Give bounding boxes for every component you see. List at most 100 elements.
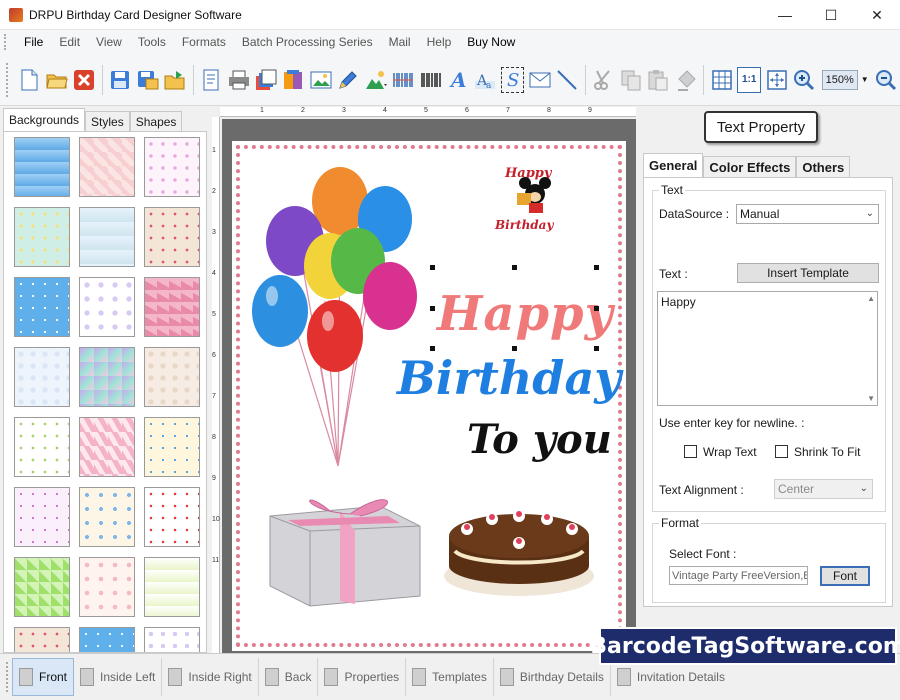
wrap-text-checkbox[interactable] [684, 445, 697, 458]
birthday-card[interactable]: Happy Birthday Happy Birthday To you [232, 141, 626, 651]
tab-backgrounds[interactable]: Backgrounds [3, 108, 86, 131]
maximize-button[interactable]: ☐ [808, 0, 854, 30]
line-icon[interactable] [556, 67, 579, 93]
open-folder-icon[interactable] [45, 67, 68, 93]
tab-general[interactable]: General [643, 153, 704, 177]
print-icon[interactable] [227, 67, 250, 93]
tab-front[interactable]: Front [12, 658, 75, 696]
background-thumbnail[interactable] [144, 487, 200, 547]
scroll-down-icon[interactable]: ▼ [867, 394, 875, 403]
menu-buy-now[interactable]: Buy Now [459, 35, 523, 49]
background-thumbnail[interactable] [14, 137, 70, 197]
scroll-up-icon[interactable]: ▲ [867, 294, 875, 303]
background-thumbnail[interactable] [144, 347, 200, 407]
batch-print-icon[interactable] [254, 67, 277, 93]
background-thumbnail[interactable] [14, 627, 70, 652]
export-icon[interactable] [163, 67, 186, 93]
background-thumbnail[interactable] [79, 207, 135, 267]
card-text-birthday[interactable]: Birthday [397, 351, 621, 405]
email-icon[interactable] [528, 67, 551, 93]
selection-handle[interactable] [594, 265, 599, 270]
selection-handle[interactable] [430, 265, 435, 270]
selection-handle[interactable] [430, 306, 435, 311]
menu-edit[interactable]: Edit [51, 35, 88, 49]
selection-handle[interactable] [512, 346, 517, 351]
background-thumbnail[interactable] [14, 347, 70, 407]
font-name-field[interactable]: Vintage Party FreeVersion,Bo [669, 566, 808, 585]
tab-inside-right[interactable]: Inside Right [162, 658, 259, 696]
menu-help[interactable]: Help [419, 35, 460, 49]
background-thumbnail[interactable] [14, 277, 70, 337]
selection-handle[interactable] [594, 346, 599, 351]
delete-icon[interactable] [674, 67, 697, 93]
background-thumbnail[interactable] [79, 277, 135, 337]
background-thumbnail[interactable] [14, 207, 70, 267]
pencil-icon[interactable] [336, 67, 359, 93]
gift-box-image[interactable] [260, 486, 430, 611]
mickey-sticker-image[interactable]: Happy Birthday [487, 159, 577, 239]
background-thumbnail[interactable] [79, 487, 135, 547]
menu-tools[interactable]: Tools [130, 35, 174, 49]
tab-back[interactable]: Back [259, 658, 319, 696]
paste-icon[interactable] [647, 67, 670, 93]
background-thumbnail[interactable] [79, 137, 135, 197]
card-text-happy[interactable]: Happy [437, 286, 613, 342]
balloons-image[interactable] [240, 161, 420, 491]
background-thumbnail[interactable] [144, 627, 200, 652]
background-thumbnail[interactable] [144, 137, 200, 197]
zoom-dropdown-icon[interactable]: ▼ [861, 75, 869, 84]
copy-design-icon[interactable] [282, 67, 305, 93]
background-thumbnail[interactable] [79, 417, 135, 477]
menu-mail[interactable]: Mail [381, 35, 419, 49]
shape-icon[interactable] [364, 67, 388, 93]
properties-icon[interactable] [200, 67, 223, 93]
menu-file[interactable]: File [16, 35, 51, 49]
tab-color-effects[interactable]: Color Effects [703, 156, 797, 177]
actual-size-button[interactable]: 1:1 [737, 66, 761, 93]
alignment-select[interactable]: Center ⌄ [774, 479, 873, 499]
cake-image[interactable] [437, 481, 602, 601]
barcode-linear-icon[interactable] [392, 67, 415, 93]
close-button[interactable]: ✕ [854, 0, 900, 30]
copy-icon[interactable] [619, 67, 642, 93]
text-input[interactable]: Happy ▲ ▼ [657, 291, 878, 406]
tab-inside-left[interactable]: Inside Left [74, 658, 163, 696]
zoom-level-field[interactable]: 150% [821, 69, 858, 90]
fit-to-window-icon[interactable] [765, 67, 788, 93]
shrink-to-fit-checkbox[interactable] [775, 445, 788, 458]
background-thumbnail[interactable] [79, 347, 135, 407]
menu-view[interactable]: View [88, 35, 130, 49]
background-thumbnail[interactable] [79, 627, 135, 652]
save-icon[interactable] [109, 67, 132, 93]
selection-handle[interactable] [430, 346, 435, 351]
zoom-in-icon[interactable] [792, 67, 815, 93]
grid-icon[interactable] [710, 67, 733, 93]
background-thumbnail[interactable] [14, 557, 70, 617]
word-art-icon[interactable]: Aa [474, 67, 497, 93]
menu-formats[interactable]: Formats [174, 35, 234, 49]
background-thumbnail[interactable] [14, 417, 70, 477]
tab-properties[interactable]: Properties [318, 658, 407, 696]
selection-handle[interactable] [594, 306, 599, 311]
datasource-select[interactable]: Manual ⌄ [736, 204, 879, 224]
tab-birthday-details[interactable]: Birthday Details [494, 658, 611, 696]
background-thumbnail[interactable] [79, 557, 135, 617]
save-as-icon[interactable] [136, 67, 159, 93]
minimize-button[interactable]: — [762, 0, 808, 30]
selection-handle[interactable] [512, 265, 517, 270]
zoom-out-icon[interactable] [875, 67, 898, 93]
menu-batch-processing[interactable]: Batch Processing Series [234, 35, 381, 49]
new-file-icon[interactable] [18, 67, 41, 93]
barcode-icon[interactable] [419, 67, 442, 93]
tab-others[interactable]: Others [796, 156, 851, 177]
tab-shapes[interactable]: Shapes [129, 111, 183, 131]
text-icon[interactable]: A [446, 67, 469, 93]
cut-icon[interactable] [592, 67, 615, 93]
background-thumbnail[interactable] [144, 417, 200, 477]
tab-styles[interactable]: Styles [85, 111, 130, 131]
close-file-icon[interactable] [72, 67, 95, 93]
card-text-to-you[interactable]: To you [467, 416, 612, 463]
insert-template-button[interactable]: Insert Template [737, 263, 879, 283]
background-thumbnail[interactable] [144, 557, 200, 617]
background-thumbnail[interactable] [144, 207, 200, 267]
